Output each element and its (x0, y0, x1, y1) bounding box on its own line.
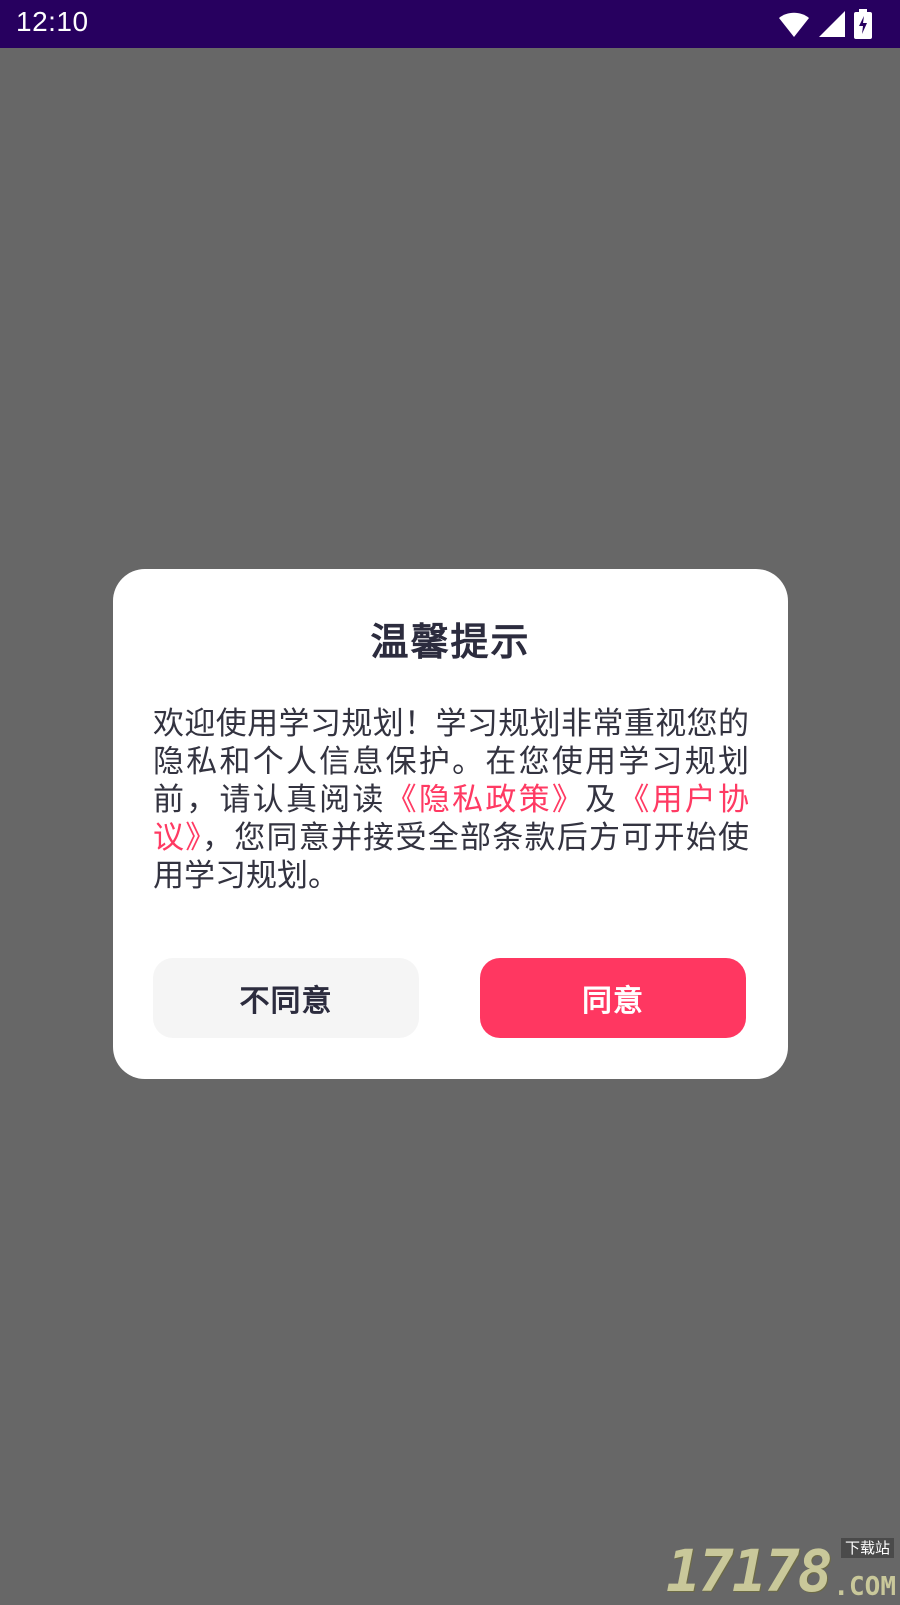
watermark-digits: 17178 (666, 1537, 833, 1605)
privacy-policy-link[interactable]: 《隐私政策》 (386, 782, 585, 818)
dialog-title: 温馨提示 (370, 620, 531, 664)
watermark-logo: 17178 下载站 .COM (666, 1538, 896, 1600)
status-icons (778, 8, 872, 40)
cell-signal-icon (818, 10, 846, 38)
battery-charging-icon (854, 9, 872, 39)
watermark-suffix: .COM (833, 1572, 896, 1602)
status-bar: 12:10 (0, 0, 900, 48)
agree-button[interactable]: 同意 (480, 958, 746, 1038)
wifi-icon (778, 10, 810, 38)
dialog-body: 欢迎使用学习规划！学习规划非常重视您的隐私和个人信息保护。在您使用学习规划前，请… (153, 705, 749, 895)
watermark-tag: 下载站 (840, 1538, 894, 1558)
body-text-and: 及 (585, 782, 619, 818)
privacy-dialog: 温馨提示 欢迎使用学习规划！学习规划非常重视您的隐私和个人信息保护。在您使用学习… (113, 569, 788, 1079)
status-time: 12:10 (16, 6, 89, 37)
body-text-outro: ，您同意并接受全部条款后方可开始使用学习规划。 (153, 820, 749, 894)
decline-button[interactable]: 不同意 (153, 958, 419, 1038)
